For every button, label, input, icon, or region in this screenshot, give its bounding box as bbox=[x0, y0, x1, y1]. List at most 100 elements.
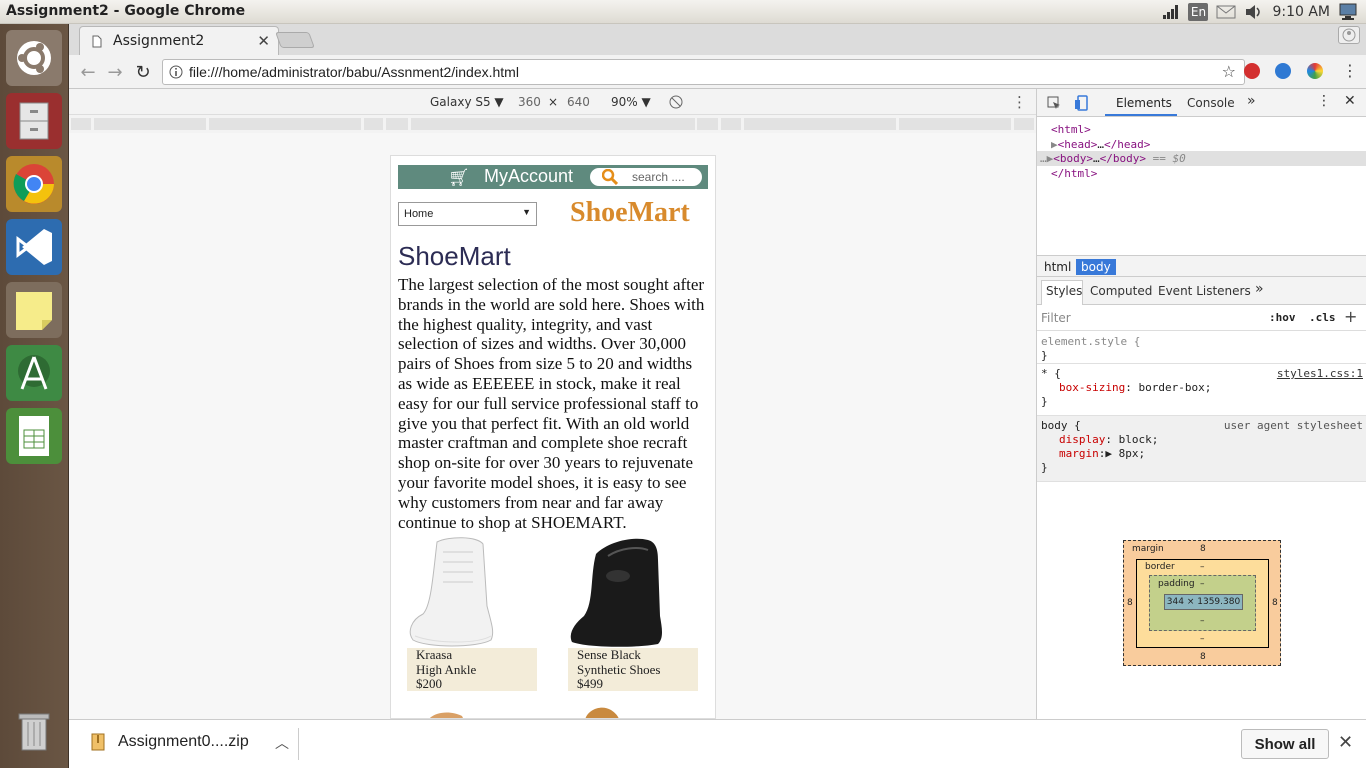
box-margin-left[interactable]: 8 bbox=[1127, 598, 1133, 608]
brand-logo-text: ShoeMart bbox=[570, 197, 690, 228]
box-padding-top[interactable]: – bbox=[1200, 579, 1205, 589]
site-header: 🛒︎ MyAccount search .... bbox=[398, 165, 708, 189]
dom-node-body[interactable]: …▶<body>…</body> == $0 bbox=[1040, 152, 1186, 165]
box-border-label: border bbox=[1145, 562, 1175, 572]
box-margin-bottom[interactable]: 8 bbox=[1200, 652, 1206, 662]
tab-elements[interactable]: Elements bbox=[1116, 96, 1172, 110]
rule-body-user-agent[interactable]: body { user agent stylesheet display: bl… bbox=[1037, 416, 1366, 482]
profile-icon[interactable] bbox=[1338, 26, 1360, 44]
spreadsheet-icon[interactable] bbox=[6, 408, 62, 464]
chevron-up-icon[interactable]: ︿ bbox=[275, 733, 289, 753]
rule-source: user agent stylesheet bbox=[1223, 419, 1363, 432]
box-content[interactable]: 344 × 1359.380 bbox=[1164, 594, 1243, 610]
css-property[interactable]: margin bbox=[1059, 447, 1099, 460]
box-padding-bottom[interactable]: – bbox=[1200, 616, 1205, 626]
dom-node-html-close[interactable]: </html> bbox=[1051, 167, 1097, 180]
site-search-input[interactable]: search .... bbox=[590, 168, 702, 186]
extension-color-icon[interactable] bbox=[1307, 63, 1323, 79]
styles-filter-row: Filter :hov .cls + bbox=[1037, 305, 1366, 331]
css-property[interactable]: box-sizing bbox=[1059, 381, 1125, 394]
media-query-ruler[interactable] bbox=[69, 115, 1036, 133]
address-bar[interactable]: file:///home/administrator/babu/Assnment… bbox=[162, 59, 1245, 85]
sticky-notes-icon[interactable] bbox=[6, 282, 62, 338]
product-name-line2: High Ankle bbox=[416, 661, 477, 677]
class-toggle[interactable]: .cls bbox=[1309, 311, 1336, 324]
chrome-menu-icon[interactable]: ⋮ bbox=[1342, 61, 1358, 80]
system-menu-icon[interactable] bbox=[1338, 3, 1358, 21]
new-tab-button[interactable] bbox=[275, 32, 315, 48]
back-arrow-icon[interactable]: ← bbox=[77, 61, 99, 83]
close-tab-icon[interactable]: ✕ bbox=[257, 32, 270, 50]
chrome-icon[interactable] bbox=[6, 156, 62, 212]
breadcrumb: html body bbox=[1037, 255, 1366, 277]
nav-select[interactable]: Home ▼ bbox=[398, 202, 537, 226]
hover-state-toggle[interactable]: :hov bbox=[1269, 311, 1296, 324]
rule-source-link[interactable]: styles1.css:1 bbox=[1277, 367, 1363, 380]
extension-search-icon[interactable] bbox=[1275, 63, 1291, 79]
product-price: $200 bbox=[416, 676, 442, 691]
reload-icon[interactable]: ↻ bbox=[132, 61, 154, 83]
zoom-value: 90% bbox=[611, 95, 638, 109]
close-download-bar-icon[interactable]: ✕ bbox=[1338, 732, 1353, 753]
expand-triangle-icon[interactable]: ▶ bbox=[1105, 447, 1112, 460]
css-value[interactable]: border-box; bbox=[1138, 381, 1211, 394]
more-tabs-icon[interactable]: » bbox=[1247, 93, 1256, 109]
extension-opera-icon[interactable] bbox=[1244, 63, 1260, 79]
rule-element-style[interactable]: element.style { } bbox=[1037, 331, 1366, 364]
ubuntu-dash-icon[interactable] bbox=[6, 30, 62, 86]
network-icon[interactable] bbox=[1162, 4, 1180, 20]
crumb-html[interactable]: html bbox=[1039, 259, 1076, 275]
css-value[interactable]: 8px; bbox=[1119, 447, 1146, 460]
forward-arrow-icon[interactable]: → bbox=[104, 61, 126, 83]
styles-filter-input[interactable]: Filter bbox=[1041, 311, 1071, 325]
cart-icon[interactable]: 🛒︎ bbox=[448, 168, 470, 188]
tab-console[interactable]: Console bbox=[1187, 96, 1235, 110]
tab-strip: Assignment2 ✕ bbox=[69, 24, 1366, 55]
inspect-element-icon[interactable] bbox=[1047, 96, 1061, 110]
dom-node-head[interactable]: ▶<head>…</head> bbox=[1051, 138, 1150, 151]
subtab-event-listeners[interactable]: Event Listeners bbox=[1158, 284, 1251, 298]
device-select[interactable]: Galaxy S5 ▼ bbox=[430, 95, 504, 109]
box-border-bottom[interactable]: – bbox=[1200, 634, 1205, 644]
files-icon[interactable] bbox=[6, 93, 62, 149]
system-top-bar: Assignment2 - Google Chrome En 9:10 AM bbox=[0, 0, 1366, 24]
rule-selector: * { bbox=[1041, 367, 1061, 380]
mail-icon[interactable] bbox=[1216, 5, 1236, 19]
zoom-select[interactable]: 90% ▼ bbox=[611, 95, 651, 109]
device-mode-icon[interactable] bbox=[1074, 95, 1088, 111]
clock[interactable]: 9:10 AM bbox=[1272, 4, 1330, 20]
box-padding-label: padding bbox=[1158, 579, 1195, 589]
add-rule-icon[interactable]: + bbox=[1344, 307, 1357, 326]
download-item[interactable]: Assignment0....zip ︿ bbox=[83, 730, 301, 762]
keyboard-layout-indicator[interactable]: En bbox=[1188, 3, 1209, 21]
css-value[interactable]: block; bbox=[1119, 433, 1159, 446]
box-border-top[interactable]: – bbox=[1200, 562, 1205, 572]
device-height[interactable]: 640 bbox=[567, 95, 590, 109]
trash-icon[interactable] bbox=[6, 704, 62, 760]
volume-icon[interactable] bbox=[1244, 4, 1264, 20]
product-name-line1: Kraasa bbox=[416, 647, 453, 662]
box-margin-top[interactable]: 8 bbox=[1200, 544, 1206, 554]
device-options-icon[interactable]: ⋮ bbox=[1012, 93, 1027, 111]
devtools-menu-icon[interactable]: ⋮ bbox=[1317, 93, 1331, 109]
tab-assignment2[interactable]: Assignment2 ✕ bbox=[79, 26, 279, 55]
dom-node-html[interactable]: <html> bbox=[1051, 123, 1091, 136]
my-account-link[interactable]: MyAccount bbox=[484, 166, 573, 187]
show-all-button[interactable]: Show all bbox=[1241, 729, 1329, 759]
bookmark-star-icon[interactable]: ☆ bbox=[1222, 62, 1236, 81]
crumb-body[interactable]: body bbox=[1076, 259, 1116, 275]
css-property[interactable]: display bbox=[1059, 433, 1105, 446]
url-text[interactable]: file:///home/administrator/babu/Assnment… bbox=[189, 64, 519, 80]
page-heading: ShoeMart bbox=[398, 241, 511, 271]
rule-universal[interactable]: * { styles1.css:1 box-sizing: border-box… bbox=[1037, 364, 1366, 416]
more-subtabs-icon[interactable]: » bbox=[1255, 281, 1264, 297]
device-width[interactable]: 360 bbox=[518, 95, 541, 109]
subtab-computed[interactable]: Computed bbox=[1090, 284, 1152, 298]
android-studio-icon[interactable] bbox=[6, 345, 62, 401]
box-margin-right[interactable]: 8 bbox=[1272, 598, 1278, 608]
close-devtools-icon[interactable]: ✕ bbox=[1344, 93, 1356, 109]
subtab-styles[interactable]: Styles bbox=[1046, 284, 1082, 298]
info-icon[interactable] bbox=[169, 65, 183, 79]
vscode-icon[interactable] bbox=[6, 219, 62, 275]
rotate-icon[interactable] bbox=[669, 95, 683, 109]
